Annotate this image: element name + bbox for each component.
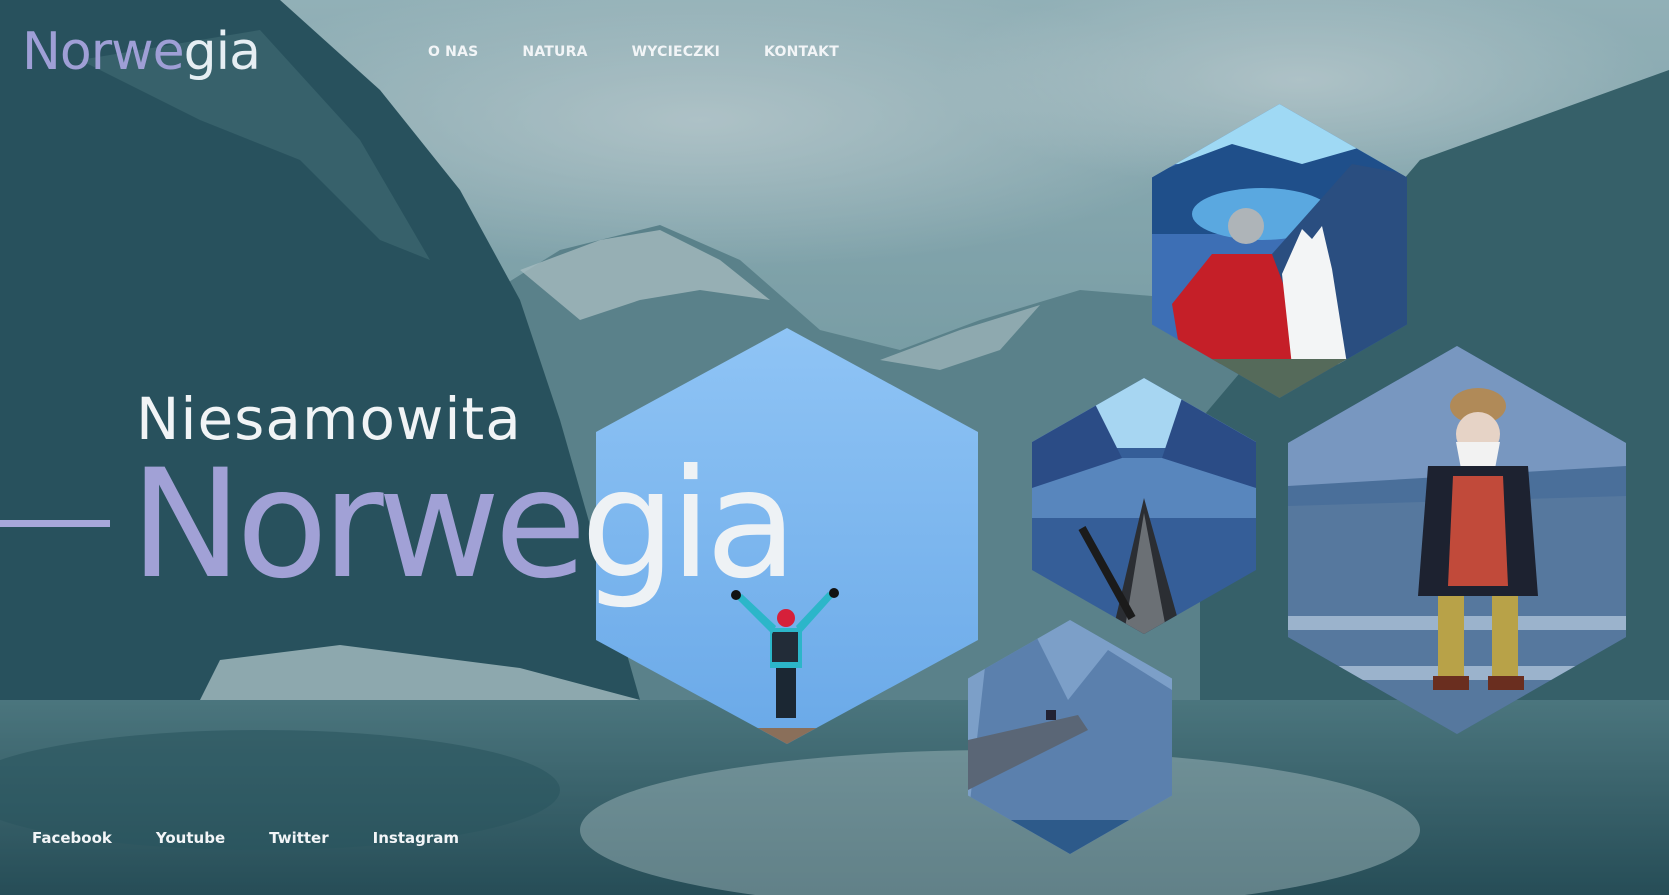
social-link-twitter[interactable]: Twitter — [269, 829, 329, 847]
logo-part2: gia — [183, 22, 261, 82]
logo-part1: Norwe — [22, 22, 185, 82]
nav-link-natura[interactable]: NATURA — [522, 44, 587, 60]
social-link-facebook[interactable]: Facebook — [32, 829, 112, 847]
hero-title: Norwegia — [130, 438, 798, 612]
nav-link-kontakt[interactable]: KONTAKT — [764, 44, 839, 60]
site-logo[interactable]: Norwegia — [22, 20, 261, 84]
social-link-instagram[interactable]: Instagram — [373, 829, 459, 847]
social-link-youtube[interactable]: Youtube — [156, 829, 225, 847]
main-navigation: O NAS NATURA WYCIECZKI KONTAKT — [428, 44, 839, 60]
social-links: Facebook Youtube Twitter Instagram — [32, 829, 459, 847]
hero-title-part1: Norwe — [130, 438, 587, 612]
nav-link-wycieczki[interactable]: WYCIECZKI — [632, 44, 720, 60]
nav-link-o-nas[interactable]: O NAS — [428, 44, 478, 60]
hero-title-part2: gia — [580, 438, 798, 612]
hero-accent-line — [0, 520, 110, 527]
